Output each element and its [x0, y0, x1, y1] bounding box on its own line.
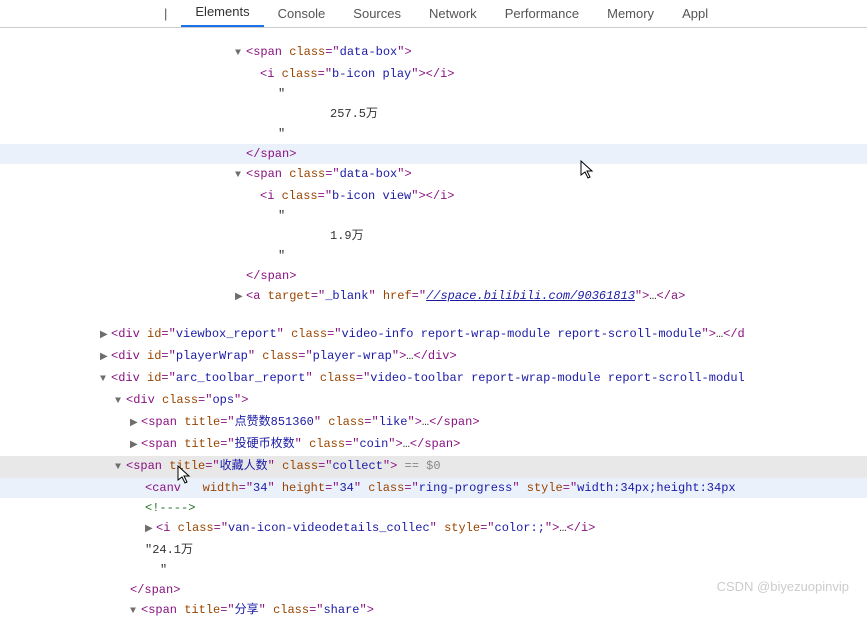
dom-node-playerwrap[interactable]: <div id="playerWrap" class="player-wrap"…	[100, 346, 867, 368]
expand-icon[interactable]	[115, 392, 126, 412]
dom-node-canvas[interactable]: <canv width="34" height="34" class="ring…	[0, 478, 867, 498]
text-node-quote: "	[278, 124, 867, 144]
text-node-play-count: 257.5万	[330, 104, 867, 124]
dom-node-span-databox-view[interactable]: <span class="data-box">	[235, 164, 867, 186]
dom-node-toolbar[interactable]: <div id="arc_toolbar_report" class="vide…	[100, 368, 867, 390]
expand-icon[interactable]	[235, 44, 246, 64]
expand-icon[interactable]	[235, 288, 246, 308]
dom-node-a-space[interactable]: <a target="_blank" href="//space.bilibil…	[235, 286, 867, 308]
dom-node-viewbox[interactable]: <div id="viewbox_report" class="video-in…	[100, 324, 867, 346]
dom-node-span-close[interactable]: </span>	[0, 144, 867, 164]
dom-node-comment[interactable]: <!---->	[145, 498, 867, 518]
devtools-tabs: | Elements Console Sources Network Perfo…	[0, 0, 867, 28]
dom-node-coin[interactable]: <span title="投硬币枚数" class="coin">…</span…	[130, 434, 867, 456]
text-node-quote: "	[278, 84, 867, 104]
text-node-view-count: 1.9万	[330, 226, 867, 246]
expand-icon[interactable]	[115, 458, 126, 478]
text-node-collect-count: "24.1万	[145, 540, 867, 560]
tab-elements[interactable]: Elements	[181, 0, 263, 27]
dom-node-share[interactable]: <span title="分享" class="share">	[130, 600, 867, 622]
dom-node-collect-selected[interactable]: <span title="收藏人数" class="collect"> == $…	[0, 456, 867, 478]
dom-node-van-icon[interactable]: <i class="van-icon-videodetails_collec" …	[145, 518, 867, 540]
expand-icon[interactable]	[130, 602, 141, 622]
expand-icon[interactable]	[130, 414, 141, 434]
expand-icon[interactable]	[145, 520, 156, 540]
expand-icon[interactable]	[100, 326, 111, 346]
text-node-quote: "	[278, 246, 867, 266]
tab-console[interactable]: Console	[264, 0, 340, 27]
tab-prefix: |	[150, 0, 181, 27]
dom-node-ops[interactable]: <div class="ops">	[115, 390, 867, 412]
expand-icon[interactable]	[100, 348, 111, 368]
text-node-quote: "	[160, 560, 867, 580]
watermark: CSDN @biyezuopinvip	[717, 579, 849, 594]
expand-icon[interactable]	[130, 436, 141, 456]
dom-node-like[interactable]: <span title="点赞数851360" class="like">…</…	[130, 412, 867, 434]
dom-node-span-databox-play[interactable]: <span class="data-box">	[235, 42, 867, 64]
text-node-quote: "	[278, 206, 867, 226]
dom-node-span-close[interactable]: </span>	[246, 266, 867, 286]
tab-memory[interactable]: Memory	[593, 0, 668, 27]
tab-performance[interactable]: Performance	[491, 0, 593, 27]
expand-icon[interactable]	[235, 166, 246, 186]
elements-panel[interactable]: <span class="data-box"> <i class="b-icon…	[0, 28, 867, 622]
expand-icon[interactable]	[100, 370, 111, 390]
tab-application[interactable]: Appl	[668, 0, 722, 27]
tab-sources[interactable]: Sources	[339, 0, 415, 27]
dom-node-i-play[interactable]: <i class="b-icon play"></i>	[260, 64, 867, 84]
tab-network[interactable]: Network	[415, 0, 491, 27]
dom-node-i-view[interactable]: <i class="b-icon view"></i>	[260, 186, 867, 206]
